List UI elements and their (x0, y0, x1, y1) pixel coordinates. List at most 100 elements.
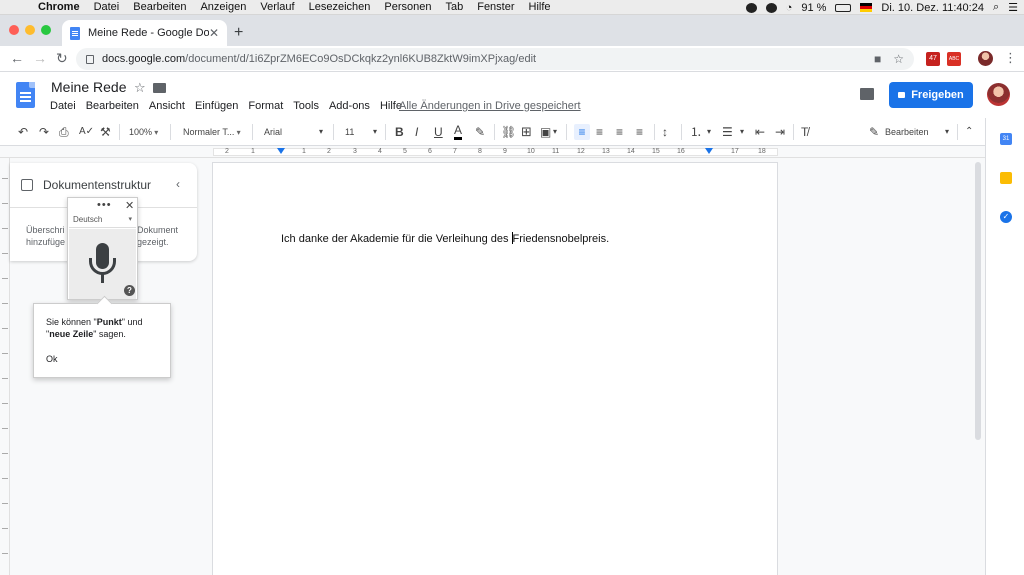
numbered-list-dropdown-icon[interactable]: ▾ (707, 124, 711, 140)
document-title[interactable]: Meine Rede (51, 79, 127, 95)
insert-link-icon[interactable]: ⛓ (501, 124, 516, 140)
spellcheck-extension-icon[interactable]: ABC (947, 52, 961, 66)
paragraph-style-select[interactable]: Normaler T... (183, 124, 241, 140)
keep-icon[interactable] (1000, 172, 1012, 184)
vertical-scrollbar[interactable] (974, 158, 982, 440)
macos-menu-verlauf[interactable]: Verlauf (253, 1, 301, 13)
editing-mode-select[interactable]: Bearbeiten (885, 124, 929, 140)
bold-icon[interactable]: B (395, 124, 404, 140)
zoom-select[interactable]: 100% (129, 124, 158, 140)
scrollbar-thumb[interactable] (975, 162, 981, 440)
macos-menu-lesezeichen[interactable]: Lesezeichen (302, 1, 378, 13)
more-options-icon[interactable]: ••• (97, 199, 112, 211)
new-tab-button[interactable]: + (234, 25, 243, 41)
google-docs-logo-icon[interactable] (16, 82, 35, 108)
print-icon[interactable]: ⎙ (59, 124, 69, 140)
add-comment-icon[interactable]: ⊞ (521, 124, 532, 140)
reload-icon[interactable]: ↻ (56, 50, 68, 66)
microphone-button[interactable]: ? (69, 229, 136, 299)
menu-einfuegen[interactable]: Einfügen (195, 100, 238, 112)
close-tab-icon[interactable]: ✕ (209, 26, 219, 40)
macos-menu-anzeigen[interactable]: Anzeigen (193, 1, 253, 13)
share-button[interactable]: Freigeben (889, 82, 973, 108)
tasks-icon[interactable]: ✓ (1000, 211, 1012, 223)
document-page[interactable] (212, 162, 778, 575)
align-left-icon[interactable]: ≡ (574, 124, 590, 140)
browser-tab-active[interactable]: Meine Rede - Google Docs ✕ (62, 20, 227, 46)
bookmark-star-icon[interactable]: ☆ (893, 52, 904, 66)
clock[interactable]: Di. 10. Dez. 11:40:24 (881, 2, 984, 14)
underline-icon[interactable]: U (434, 124, 443, 140)
save-status-link[interactable]: Alle Änderungen in Drive gespeichert (399, 100, 581, 112)
spellcheck-icon[interactable]: A✓ (79, 124, 94, 140)
star-document-icon[interactable]: ☆ (134, 80, 146, 96)
line-spacing-icon[interactable]: ↕ (662, 124, 668, 140)
collapse-outline-chevron-left-icon[interactable]: ‹ (176, 177, 180, 191)
highlight-color-icon[interactable]: ✎ (475, 124, 485, 140)
menu-format[interactable]: Format (248, 100, 283, 112)
macos-menu-hilfe[interactable]: Hilfe (522, 1, 558, 13)
browser-profile-avatar[interactable] (978, 51, 993, 66)
account-avatar[interactable] (987, 83, 1010, 106)
bulleted-list-dropdown-icon[interactable]: ▾ (740, 124, 744, 140)
menu-bearbeiten[interactable]: Bearbeiten (86, 100, 139, 112)
comments-icon[interactable] (860, 88, 874, 100)
lock-icon[interactable] (86, 54, 94, 64)
align-right-icon[interactable]: ≡ (616, 124, 623, 140)
bulleted-list-icon[interactable]: ☰ (722, 124, 733, 140)
insert-image-icon[interactable]: ▣ (540, 124, 551, 140)
forward-arrow-icon[interactable]: → (33, 50, 47, 66)
text-color-icon[interactable]: A (454, 124, 463, 140)
macos-menu-datei[interactable]: Datei (87, 1, 127, 13)
wifi-icon[interactable]: ◔ (786, 2, 793, 14)
macos-menu-tab[interactable]: Tab (438, 1, 470, 13)
hide-menus-chevron-up-icon[interactable]: ⌃ (965, 124, 973, 140)
numbered-list-icon[interactable]: ⒈ (690, 124, 702, 140)
font-family-select[interactable]: Arial (264, 124, 282, 140)
extension-badge-icon[interactable]: 47 (926, 52, 940, 66)
notification-center-icon[interactable]: ☰ (1008, 1, 1018, 14)
font-size-dropdown-icon[interactable]: ▾ (373, 124, 377, 140)
macos-menu-chrome[interactable]: Chrome (38, 1, 87, 13)
horizontal-ruler[interactable]: 2 1 1 2 3 4 5 6 7 8 9 10 11 12 13 14 15 … (0, 146, 985, 158)
scroll-lock-icon[interactable] (745, 2, 757, 13)
decrease-indent-icon[interactable]: ⇤ (755, 124, 765, 140)
font-family-dropdown-icon[interactable]: ▾ (319, 124, 323, 140)
vertical-ruler[interactable] (0, 158, 10, 575)
calendar-icon[interactable]: 31 (1000, 133, 1012, 145)
left-indent-marker[interactable] (277, 148, 285, 154)
image-dropdown-icon[interactable]: ▾ (553, 124, 557, 140)
right-indent-marker[interactable] (705, 148, 713, 154)
macos-menu-personen[interactable]: Personen (377, 1, 438, 13)
clear-formatting-icon[interactable]: T̸ (801, 124, 808, 140)
menu-ansicht[interactable]: Ansicht (149, 100, 185, 112)
url-input[interactable]: docs.google.com /document/d/1i6ZprZM6ECo… (76, 48, 914, 70)
spotlight-search-icon[interactable]: ⌕ (993, 1, 999, 14)
redo-icon[interactable]: ↷ (39, 124, 49, 140)
camera-blocked-icon[interactable]: ■ (874, 52, 881, 66)
tip-ok-button[interactable]: Ok (46, 354, 58, 364)
justify-icon[interactable]: ≡ (636, 124, 643, 140)
menu-tools[interactable]: Tools (293, 100, 319, 112)
editing-mode-dropdown-icon[interactable]: ▾ (945, 124, 949, 140)
battery-icon[interactable] (835, 3, 852, 12)
close-window-button[interactable] (9, 25, 19, 35)
back-arrow-icon[interactable]: ← (10, 50, 24, 66)
minimize-window-button[interactable] (25, 25, 35, 35)
menu-datei[interactable]: Datei (50, 100, 76, 112)
close-voice-typing-icon[interactable]: ✕ (125, 199, 134, 212)
help-icon[interactable]: ? (124, 285, 135, 296)
editing-mode-pencil-icon[interactable]: ✎ (869, 124, 879, 140)
skype-icon[interactable] (765, 2, 777, 13)
increase-indent-icon[interactable]: ⇥ (775, 124, 785, 140)
undo-icon[interactable]: ↶ (18, 124, 28, 140)
zoom-window-button[interactable] (41, 25, 51, 35)
german-flag-icon[interactable] (860, 3, 873, 12)
move-folder-icon[interactable] (153, 83, 166, 93)
paint-format-icon[interactable]: ⚒ (100, 124, 111, 140)
macos-menu-fenster[interactable]: Fenster (470, 1, 521, 13)
align-center-icon[interactable]: ≡ (596, 124, 603, 140)
document-body-text[interactable]: Ich danke der Akademie für die Verleihun… (281, 232, 609, 245)
voice-language-select[interactable]: Deutsch (69, 212, 136, 228)
menu-add-ons[interactable]: Add-ons (329, 100, 370, 112)
